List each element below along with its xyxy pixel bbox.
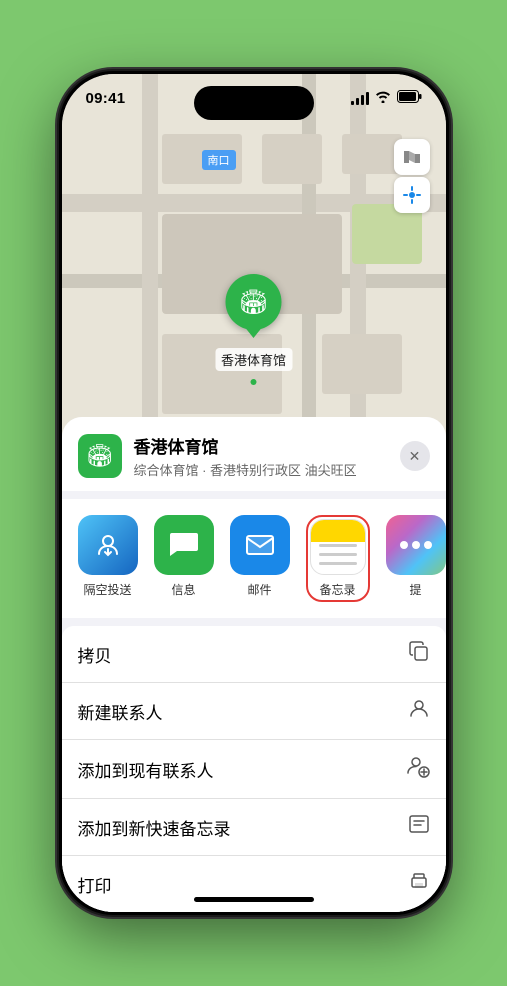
close-button[interactable]: ✕ [400, 441, 430, 471]
message-icon [154, 515, 214, 575]
message-label: 信息 [171, 581, 195, 598]
notes-label: 备忘录 [319, 581, 355, 598]
location-button[interactable] [394, 177, 430, 213]
add-contact-icon [406, 754, 430, 784]
action-add-existing-contact[interactable]: 添加到现有联系人 [62, 740, 446, 799]
airdrop-label: 隔空投送 [83, 581, 131, 598]
dynamic-island [194, 86, 314, 120]
action-copy[interactable]: 拷贝 [62, 626, 446, 683]
more-label: 提 [409, 581, 421, 598]
new-contact-icon [408, 697, 430, 725]
share-item-mail[interactable]: 邮件 [230, 515, 290, 598]
share-item-airdrop[interactable]: 隔空投送 [78, 515, 138, 598]
phone-frame: 09:41 [59, 71, 449, 915]
venue-header: 🏟 香港体育馆 综合体育馆 · 香港特别行政区 油尖旺区 ✕ [62, 417, 446, 491]
venue-name: 香港体育馆 [134, 433, 388, 458]
quick-note-icon [408, 813, 430, 841]
action-add-existing-label: 添加到现有联系人 [78, 757, 214, 782]
action-list: 拷贝 新建联系人 [62, 626, 446, 912]
action-copy-label: 拷贝 [78, 642, 112, 667]
venue-pin: 🏟 香港体育馆 [215, 274, 292, 371]
venue-logo: 🏟 [78, 434, 122, 478]
pin-dot [250, 379, 256, 385]
phone-screen: 09:41 [62, 74, 446, 912]
action-print[interactable]: 打印 [62, 856, 446, 912]
action-new-contact-label: 新建联系人 [78, 699, 163, 724]
more-icon [386, 515, 446, 575]
action-quick-note[interactable]: 添加到新快速备忘录 [62, 799, 446, 856]
map-entrance-label: 南口 [202, 150, 236, 170]
airdrop-icon [78, 515, 138, 575]
action-quick-note-label: 添加到新快速备忘录 [78, 815, 231, 840]
action-print-label: 打印 [78, 872, 112, 897]
pin-circle: 🏟 [225, 274, 281, 330]
signal-icon [351, 92, 369, 105]
venue-logo-icon: 🏟 [86, 443, 114, 469]
share-item-message[interactable]: 信息 [154, 515, 214, 598]
notes-top-bar [311, 520, 365, 542]
action-new-contact[interactable]: 新建联系人 [62, 683, 446, 740]
map-type-button[interactable] [394, 139, 430, 175]
copy-icon [408, 640, 430, 668]
notes-lines [319, 544, 357, 565]
status-icons [351, 90, 422, 106]
map-controls[interactable] [394, 139, 430, 213]
share-item-notes[interactable]: 备忘录 [306, 515, 370, 602]
notes-icon [310, 519, 366, 575]
home-indicator [194, 897, 314, 902]
bottom-sheet: 🏟 香港体育馆 综合体育馆 · 香港特别行政区 油尖旺区 ✕ [62, 417, 446, 912]
mail-label: 邮件 [247, 581, 271, 598]
share-item-more[interactable]: 提 [386, 515, 446, 598]
share-row: 隔空投送 信息 [62, 499, 446, 618]
wifi-icon [375, 91, 391, 106]
venue-subtitle: 综合体育馆 · 香港特别行政区 油尖旺区 [134, 460, 388, 479]
venue-info: 香港体育馆 综合体育馆 · 香港特别行政区 油尖旺区 [134, 433, 388, 479]
print-icon [408, 870, 430, 898]
pin-venue-label: 香港体育馆 [215, 348, 292, 371]
pin-stadium-icon: 🏟 [238, 288, 268, 317]
more-dots [400, 541, 432, 549]
battery-icon [397, 90, 422, 106]
status-time: 09:41 [86, 90, 126, 107]
mail-icon [230, 515, 290, 575]
